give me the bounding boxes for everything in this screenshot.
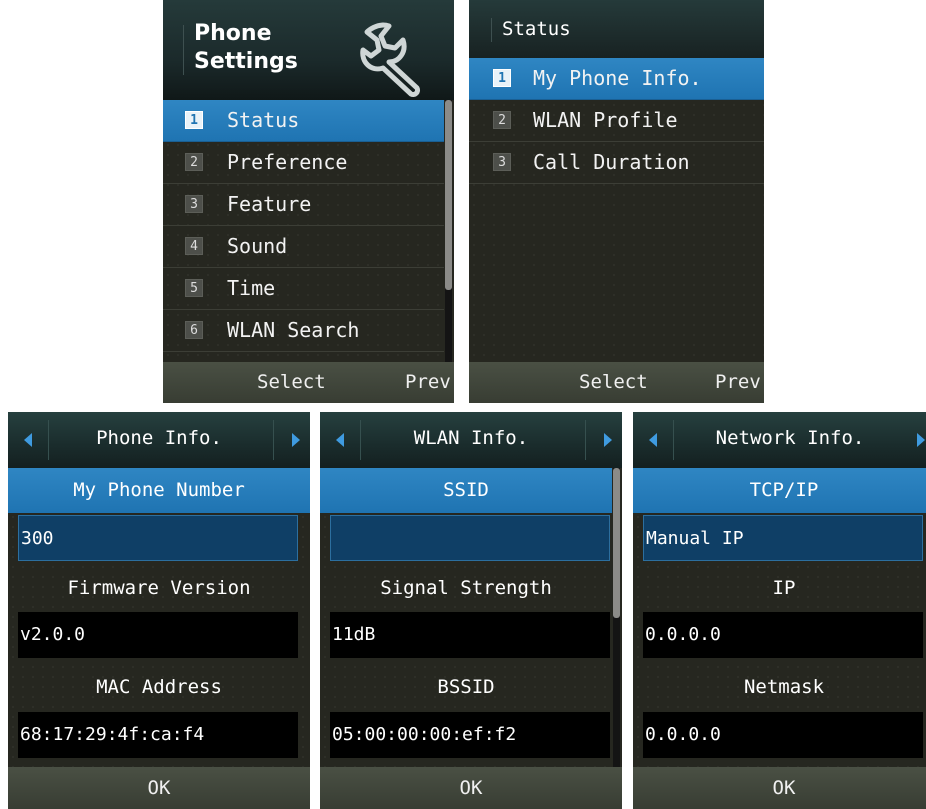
scrollbar[interactable] — [613, 468, 620, 768]
scrollbar[interactable] — [445, 100, 452, 362]
arrow-right-icon[interactable] — [292, 433, 300, 447]
ok-button[interactable]: OK — [320, 767, 622, 809]
menu-item-wlan-profile[interactable]: 2 WLAN Profile — [469, 100, 764, 142]
status-header: Status — [469, 0, 764, 58]
wlan-info-screen: WLAN Info. SSID Signal Strength 11dB BSS… — [320, 412, 622, 809]
arrow-right-icon[interactable] — [604, 433, 612, 447]
menu-item-label: WLAN Search — [227, 318, 360, 342]
item-number: 1 — [185, 111, 203, 129]
scrollbar-thumb[interactable] — [613, 468, 620, 618]
phone-settings-screen: Phone Settings 1 Status 2 Preference 3 F… — [163, 0, 454, 403]
item-number: 4 — [185, 237, 203, 255]
phone-info-title: Phone Info. — [96, 427, 222, 449]
item-number: 3 — [185, 195, 203, 213]
field-label-tcp-ip: TCP/IP — [633, 468, 926, 513]
menu-item-label: Sound — [227, 234, 288, 258]
prev-softkey[interactable]: Prev — [405, 371, 451, 393]
menu-item-wlan-search[interactable]: 6 WLAN Search — [163, 310, 444, 352]
settings-title: Phone Settings — [194, 21, 298, 74]
ok-button[interactable]: OK — [633, 767, 926, 809]
menu-item-preference[interactable]: 2 Preference — [163, 142, 444, 184]
menu-item-time[interactable]: 5 Time — [163, 268, 444, 310]
item-number: 2 — [493, 111, 511, 129]
field-label-signal-strength: Signal Strength — [380, 577, 552, 599]
settings-header: Phone Settings — [163, 0, 454, 100]
menu-item-label: WLAN Profile — [533, 108, 678, 132]
menu-item-call-duration[interactable]: 3 Call Duration — [469, 142, 764, 184]
field-label-netmask: Netmask — [743, 676, 825, 698]
field-label-firmware-version: Firmware Version — [67, 577, 251, 599]
prev-softkey[interactable]: Prev — [715, 371, 761, 393]
select-softkey[interactable]: Select — [257, 371, 326, 393]
wrench-icon — [360, 22, 420, 97]
field-label-bssid: BSSID — [437, 676, 495, 698]
softkey-bar: Select Prev — [469, 362, 764, 403]
menu-item-feature[interactable]: 3 Feature — [163, 184, 444, 226]
status-screen: Status 1 My Phone Info. 2 WLAN Profile 3… — [469, 0, 764, 403]
scrollbar-thumb[interactable] — [445, 100, 452, 290]
field-label-phone-number: My Phone Number — [8, 468, 310, 513]
network-info-screen: Network Info. TCP/IP Manual IP IP 0.0.0.… — [633, 412, 926, 809]
wlan-info-header: WLAN Info. — [320, 412, 622, 468]
menu-item-status[interactable]: 1 Status — [163, 100, 444, 142]
field-label-ssid: SSID — [320, 468, 612, 513]
item-number: 2 — [185, 153, 203, 171]
field-value-phone-number[interactable]: 300 — [18, 515, 298, 561]
field-value-mac-address: 68:17:29:4f:ca:f4 — [18, 712, 298, 758]
field-value-tcp-ip[interactable]: Manual IP — [643, 515, 923, 561]
field-value-firmware-version: v2.0.0 — [18, 612, 298, 658]
item-number: 6 — [185, 321, 203, 339]
field-value-signal-strength: 11dB — [330, 612, 610, 658]
field-value-bssid: 05:00:00:00:ef:f2 — [330, 712, 610, 758]
select-softkey[interactable]: Select — [579, 371, 648, 393]
menu-item-label: My Phone Info. — [533, 66, 702, 90]
menu-item-my-phone-info[interactable]: 1 My Phone Info. — [469, 58, 764, 100]
menu-item-sound[interactable]: 4 Sound — [163, 226, 444, 268]
item-number: 1 — [493, 69, 511, 87]
wlan-info-title: WLAN Info. — [413, 427, 529, 449]
field-value-ssid[interactable] — [330, 515, 610, 561]
menu-item-label: Feature — [227, 192, 312, 216]
phone-info-screen: Phone Info. My Phone Number 300 Firmware… — [8, 412, 310, 809]
network-info-header: Network Info. — [633, 412, 926, 468]
phone-info-header: Phone Info. — [8, 412, 310, 468]
menu-item-label: Call Duration — [533, 150, 690, 174]
arrow-right-icon[interactable] — [917, 433, 925, 447]
item-number: 5 — [185, 279, 203, 297]
menu-item-label: Status — [227, 108, 300, 132]
ok-button[interactable]: OK — [8, 767, 310, 809]
menu-item-label: Preference — [227, 150, 348, 174]
field-value-ip: 0.0.0.0 — [643, 612, 923, 658]
field-value-netmask: 0.0.0.0 — [643, 712, 923, 758]
softkey-bar: Select Prev — [163, 362, 454, 403]
item-number: 3 — [493, 153, 511, 171]
field-label-mac-address: MAC Address — [96, 676, 222, 698]
status-title: Status — [502, 18, 571, 40]
network-info-title: Network Info. — [715, 427, 865, 449]
menu-item-label: Time — [227, 276, 276, 300]
field-label-ip: IP — [772, 577, 796, 599]
